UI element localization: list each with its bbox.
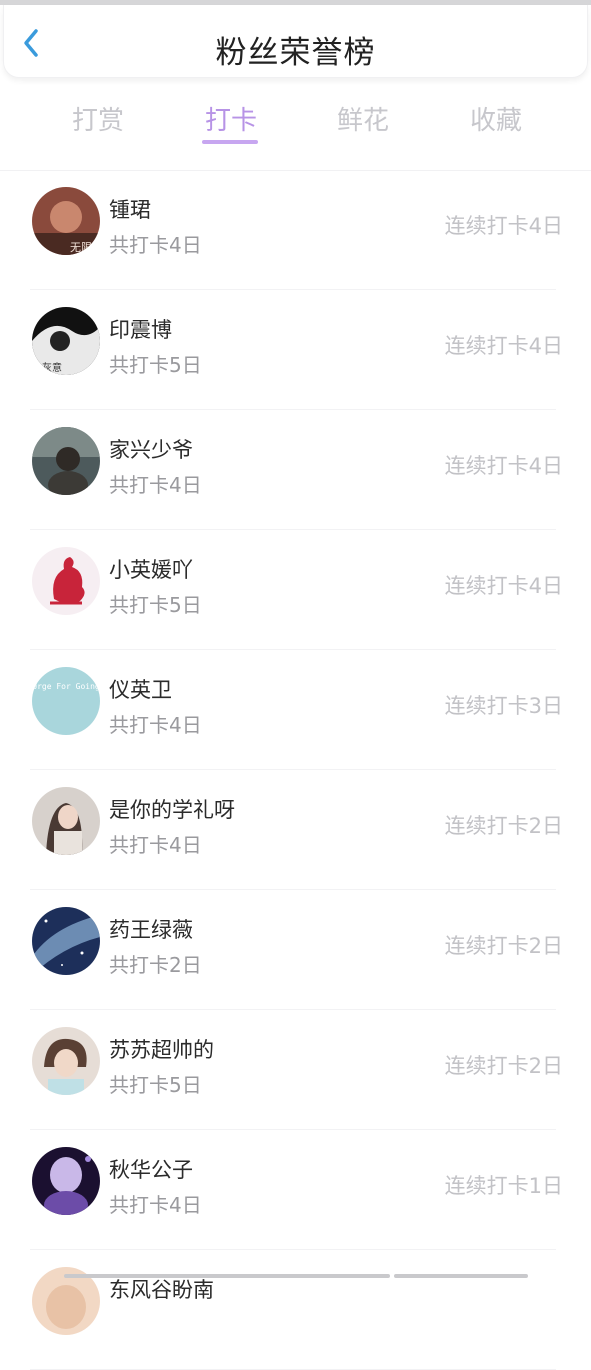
user-name: 锺珺 [109,194,151,224]
user-name: 家兴少爷 [109,434,193,464]
streak-checkin: 连续打卡3日 [445,690,563,720]
avatar-text: Urge For Going [32,682,100,691]
avatar[interactable] [32,547,100,615]
tab-favorites[interactable]: 收藏 [446,100,546,137]
avatar[interactable] [32,907,100,975]
user-name: 小英媛吖 [109,554,193,584]
streak-checkin: 连续打卡2日 [445,930,563,960]
user-name: 印震博 [109,314,172,344]
total-checkin: 共打卡5日 [109,349,202,378]
streak-checkin: 连续打卡1日 [445,1170,563,1200]
streak-checkin: 连续打卡4日 [445,210,563,240]
total-checkin: 共打卡4日 [109,709,202,738]
streak-checkin: 连续打卡4日 [445,450,563,480]
list-item[interactable]: 东风谷盼南 [30,1250,556,1370]
user-name: 东风谷盼南 [109,1274,214,1304]
avatar[interactable]: 无限 [32,187,100,255]
avatar-text: 无限 [70,241,92,254]
list-item[interactable]: 小英媛吖 共打卡5日 连续打卡4日 [30,530,556,650]
avatar[interactable] [32,787,100,855]
page-title: 粉丝荣誉榜 [4,27,587,72]
avatar[interactable]: 灰意 [32,307,100,375]
list-item[interactable]: Urge For Going 仪英卫 共打卡4日 连续打卡3日 [30,650,556,770]
user-name: 是你的学礼呀 [109,794,235,824]
total-checkin: 共打卡2日 [109,949,202,978]
total-checkin: 共打卡5日 [109,1069,202,1098]
ranking-list: 无限 锺珺 共打卡4日 连续打卡4日 灰意 印震博 共打卡5日 连续打卡4日 [0,170,591,1370]
list-item[interactable]: 灰意 印震博 共打卡5日 连续打卡4日 [30,290,556,410]
avatar[interactable] [32,1027,100,1095]
avatar[interactable]: Urge For Going [32,667,100,735]
header: 粉丝荣誉榜 [3,5,588,78]
total-checkin: 共打卡5日 [109,589,202,618]
user-name: 苏苏超帅的 [109,1034,214,1064]
list-item[interactable]: 药王绿薇 共打卡2日 连续打卡2日 [30,890,556,1010]
avatar[interactable] [32,427,100,495]
user-name: 药王绿薇 [109,914,193,944]
streak-checkin: 连续打卡2日 [445,810,563,840]
list-item[interactable]: 无限 锺珺 共打卡4日 连续打卡4日 [30,170,556,290]
total-checkin: 共打卡4日 [109,229,202,258]
avatar-text: 灰意 [42,361,62,374]
list-item[interactable]: 是你的学礼呀 共打卡4日 连续打卡2日 [30,770,556,890]
user-name: 仪英卫 [109,674,172,704]
user-name: 秋华公子 [109,1154,193,1184]
tab-flowers[interactable]: 鲜花 [313,100,413,137]
home-indicator [64,1274,390,1278]
home-indicator-secondary [394,1274,528,1278]
tab-bar: 打赏 打卡 鲜花 收藏 [0,78,591,171]
total-checkin: 共打卡4日 [109,1189,202,1218]
total-checkin: 共打卡4日 [109,829,202,858]
tab-reward[interactable]: 打赏 [48,100,148,137]
streak-checkin: 连续打卡4日 [445,570,563,600]
list-item[interactable]: 家兴少爷 共打卡4日 连续打卡4日 [30,410,556,530]
active-tab-indicator [202,140,258,144]
avatar[interactable] [32,1147,100,1215]
list-item[interactable]: 苏苏超帅的 共打卡5日 连续打卡2日 [30,1010,556,1130]
streak-checkin: 连续打卡4日 [445,330,563,360]
streak-checkin: 连续打卡2日 [445,1050,563,1080]
tab-checkin[interactable]: 打卡 [181,100,281,137]
list-item[interactable]: 秋华公子 共打卡4日 连续打卡1日 [30,1130,556,1250]
total-checkin: 共打卡4日 [109,469,202,498]
